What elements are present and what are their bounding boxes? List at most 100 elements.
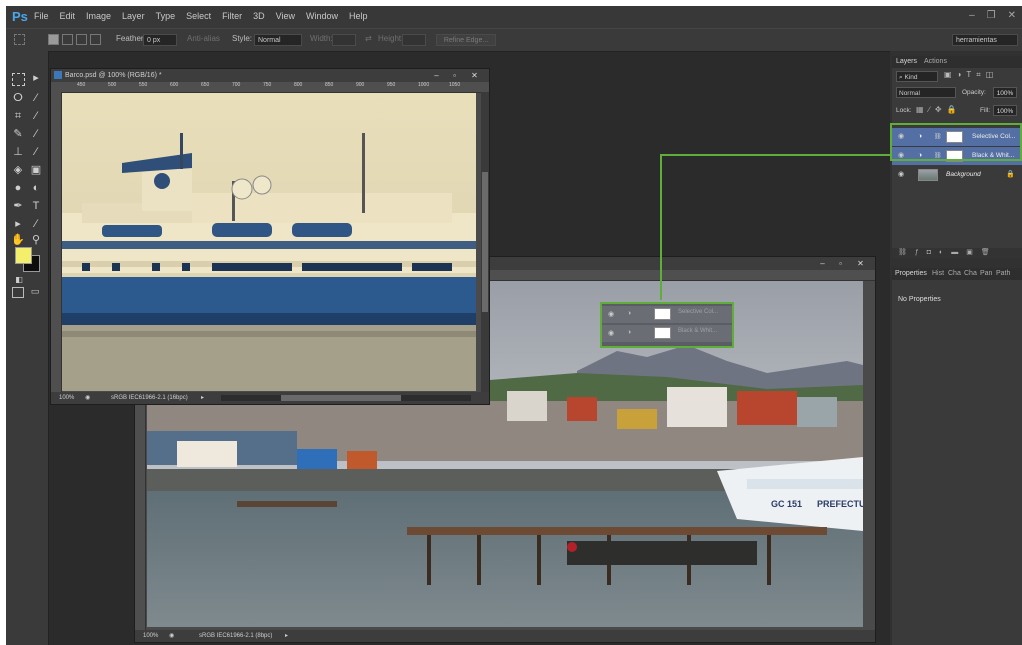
no-properties-message: No Properties xyxy=(898,296,941,303)
lock-icon: 🔒 xyxy=(1006,171,1015,178)
shape-tool-icon[interactable]: ∕ xyxy=(29,217,43,231)
zoom-tool-icon[interactable]: ⚲ xyxy=(29,233,43,247)
tab-channels[interactable]: Cha xyxy=(948,270,961,277)
refine-edge-button[interactable]: Refine Edge... xyxy=(436,34,496,46)
lasso-tool-icon[interactable]: ⵔ xyxy=(11,91,25,105)
layer-filter-icons[interactable]: ▣◑T⌗◫ xyxy=(944,70,998,80)
height-input[interactable] xyxy=(402,34,426,46)
restore-icon[interactable]: ❐ xyxy=(987,10,996,21)
layer-name: Background xyxy=(946,171,981,178)
tab-paths[interactable]: Path xyxy=(996,270,1010,277)
harbor-layers-callout: ◉ ◑ Selective Col... ◉ ◑ Black & Whit... xyxy=(600,302,734,348)
ruler-tick: 500 xyxy=(108,82,117,88)
hand-tool-icon[interactable]: ✋ xyxy=(11,233,25,247)
harbor-status-arrow-icon[interactable]: ▸ xyxy=(285,630,288,642)
ruler-tick: 850 xyxy=(325,82,334,88)
pen-tool-icon[interactable]: ✒ xyxy=(11,199,25,213)
close-icon[interactable]: ✕ xyxy=(1008,10,1016,21)
harbor-status-icon[interactable]: ◉ xyxy=(169,630,174,642)
barco-horizontal-scrollbar[interactable] xyxy=(221,395,471,401)
width-input[interactable] xyxy=(332,34,356,46)
menu-image[interactable]: Image xyxy=(86,11,111,21)
menu-type[interactable]: Type xyxy=(156,11,176,21)
swap-dimensions-icon[interactable]: ⇄ xyxy=(365,34,372,43)
history-brush-icon[interactable]: ∕ xyxy=(29,145,43,159)
minimize-icon[interactable]: – xyxy=(969,10,975,21)
barco-photo xyxy=(62,93,476,391)
blend-mode-select[interactable]: Normal xyxy=(896,87,956,98)
menu-edit[interactable]: Edit xyxy=(60,11,76,21)
type-tool-icon[interactable]: T xyxy=(29,199,43,213)
feather-input[interactable]: 0 px xyxy=(143,34,177,46)
lock-label: Lock: xyxy=(896,107,912,114)
layer-row-background[interactable]: ◉ Background 🔒 xyxy=(892,166,1022,184)
barco-maximize-icon[interactable]: ▫ xyxy=(448,70,461,81)
callout-eye-icon: ◉ xyxy=(608,330,615,337)
healing-brush-icon[interactable]: ✎ xyxy=(11,127,25,141)
document-window-barco[interactable]: Barco.psd @ 100% (RGB/16) * – ▫ ✕ 450 50… xyxy=(50,68,490,405)
layers-panel-footer[interactable]: ⛓ƒ◘◐▬▣🗑 xyxy=(892,248,1022,258)
tab-layers[interactable]: Layers xyxy=(896,58,917,65)
workspace-select[interactable]: herramientas xyxy=(952,34,1018,46)
tab-character[interactable]: Cha xyxy=(964,270,977,277)
clone-stamp-icon[interactable]: ⊥ xyxy=(11,145,25,159)
screen-mode-icon[interactable]: ▭ xyxy=(28,284,42,298)
menu-file[interactable]: File xyxy=(34,11,49,21)
quick-mask-icon[interactable] xyxy=(12,287,24,298)
crop-tool-icon[interactable]: ⌗ xyxy=(11,109,25,123)
feather-label: Feather: xyxy=(116,34,146,43)
subtract-selection-icon[interactable] xyxy=(76,34,87,45)
harbor-zoom-level[interactable]: 100% xyxy=(143,630,158,642)
barco-status-arrow-icon[interactable]: ▸ xyxy=(201,392,204,404)
foreground-color-swatch[interactable] xyxy=(15,247,32,264)
menu-select[interactable]: Select xyxy=(186,11,211,21)
default-colors-icon[interactable]: ◧ xyxy=(12,273,26,287)
barco-zoom-level[interactable]: 100% xyxy=(59,392,74,404)
tab-paragraph[interactable]: Pan xyxy=(980,270,992,277)
style-select[interactable]: Normal xyxy=(254,34,302,46)
harbor-close-icon[interactable]: ✕ xyxy=(854,258,867,269)
barco-scroll-thumb[interactable] xyxy=(482,172,488,312)
menu-help[interactable]: Help xyxy=(349,11,368,21)
menu-view[interactable]: View xyxy=(276,11,295,21)
blur-tool-icon[interactable]: ● xyxy=(11,181,25,195)
antialias-checkbox[interactable]: Anti-alias xyxy=(187,34,220,43)
barco-minimize-icon[interactable]: – xyxy=(430,70,443,81)
marquee-tool-icon[interactable] xyxy=(12,73,25,86)
visibility-eye-icon[interactable]: ◉ xyxy=(898,166,904,184)
tab-properties[interactable]: Properties xyxy=(895,270,927,277)
path-selection-icon[interactable]: ▸ xyxy=(11,217,25,231)
menu-3d[interactable]: 3D xyxy=(253,11,265,21)
opacity-input[interactable]: 100% xyxy=(993,87,1017,98)
barco-close-icon[interactable]: ✕ xyxy=(468,70,481,81)
fill-input[interactable]: 100% xyxy=(993,105,1017,116)
gradient-tool-icon[interactable]: ▣ xyxy=(29,163,43,177)
tab-history[interactable]: Hist xyxy=(932,270,944,277)
menu-window[interactable]: Window xyxy=(306,11,338,21)
eyedropper-tool-icon[interactable]: ⁄ xyxy=(29,109,43,123)
lock-icons[interactable]: ▦∕✥🔒 xyxy=(916,105,962,114)
marquee-preset-icon[interactable] xyxy=(14,34,25,45)
quick-selection-icon[interactable]: ⁄ xyxy=(29,91,43,105)
barco-hscroll-thumb[interactable] xyxy=(281,395,401,401)
barco-status-icon[interactable]: ◉ xyxy=(85,392,90,404)
menu-filter[interactable]: Filter xyxy=(222,11,242,21)
harbor-minimize-icon[interactable]: – xyxy=(816,258,829,269)
ruler-tick: 1000 xyxy=(418,82,430,88)
barco-titlebar[interactable]: Barco.psd @ 100% (RGB/16) * – ▫ ✕ xyxy=(51,69,489,82)
menu-layer[interactable]: Layer xyxy=(122,11,145,21)
intersect-selection-icon[interactable] xyxy=(90,34,101,45)
layers-panel-tabs: Layers Actions xyxy=(892,56,1022,68)
ruler-tick: 600 xyxy=(170,82,179,88)
move-tool-icon[interactable]: ▸ xyxy=(29,71,43,85)
new-selection-icon[interactable] xyxy=(48,34,59,45)
eraser-tool-icon[interactable]: ◈ xyxy=(11,163,25,177)
filter-kind-select[interactable]: ⌕ Kind xyxy=(896,71,938,82)
harbor-maximize-icon[interactable]: ▫ xyxy=(834,258,847,269)
add-selection-icon[interactable] xyxy=(62,34,73,45)
dodge-tool-icon[interactable]: ◐ xyxy=(29,181,43,195)
barco-vertical-scrollbar[interactable] xyxy=(481,92,489,392)
brush-tool-icon[interactable]: ∕ xyxy=(29,127,43,141)
properties-panel: Properties Hist Cha Cha Pan Path No Prop… xyxy=(892,268,1022,645)
tab-actions[interactable]: Actions xyxy=(924,58,947,65)
